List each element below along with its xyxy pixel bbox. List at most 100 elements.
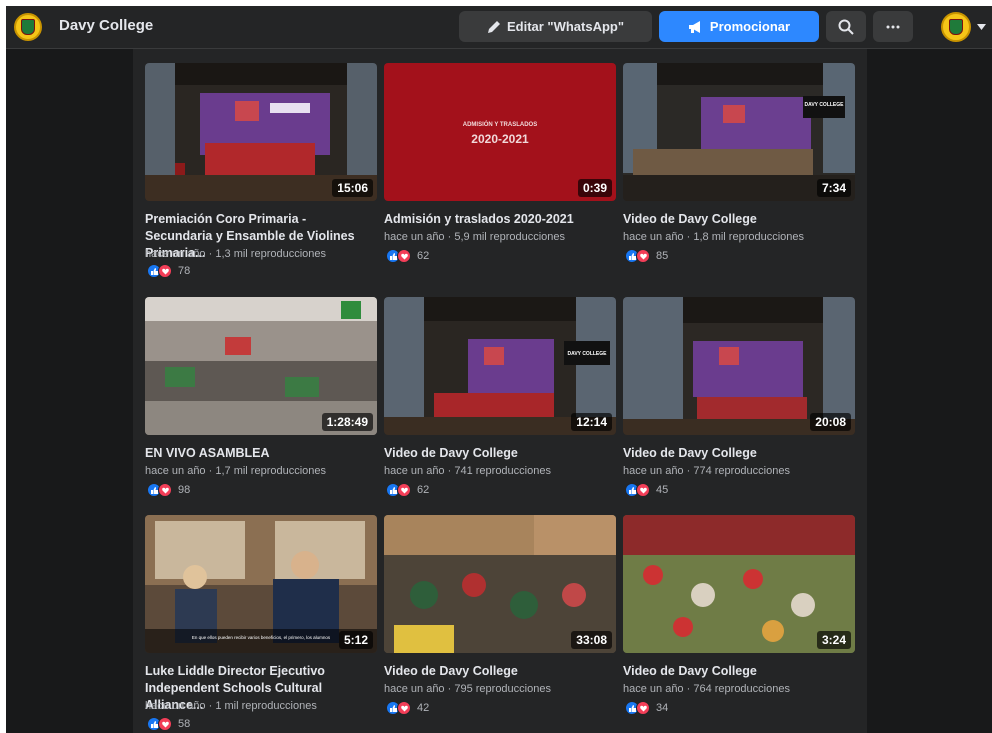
video-age: hace un año — [623, 465, 684, 477]
reactions[interactable]: 98 — [147, 483, 190, 497]
video-age: hace un año — [145, 248, 206, 260]
duration-badge: 33:08 — [571, 631, 612, 649]
video-views: 741 reproducciones — [454, 465, 551, 477]
reactions[interactable]: 85 — [625, 249, 668, 263]
crest-icon — [949, 19, 963, 35]
reactions[interactable]: 78 — [147, 264, 190, 278]
video-age: hace un año — [384, 683, 445, 695]
video-title[interactable]: Video de Davy College — [623, 445, 855, 462]
page-name[interactable]: Davy College — [59, 17, 153, 34]
video-thumbnail[interactable]: DAVY COLLEGE 12:14 — [384, 297, 616, 435]
love-icon — [397, 483, 411, 497]
video-age: hace un año — [384, 231, 445, 243]
reaction-count: 98 — [178, 484, 191, 496]
video-age: hace un año — [145, 465, 206, 477]
love-icon — [158, 264, 172, 278]
reactions[interactable]: 58 — [147, 717, 190, 731]
promote-button[interactable]: Promocionar — [659, 11, 819, 42]
video-views: 795 reproducciones — [454, 683, 551, 695]
love-icon — [636, 249, 650, 263]
reactions[interactable]: 62 — [386, 483, 429, 497]
video-thumbnail[interactable]: 15:06 — [145, 63, 377, 201]
love-icon — [158, 483, 172, 497]
reaction-count: 34 — [656, 702, 669, 714]
duration-badge: 15:06 — [332, 179, 373, 197]
reaction-count: 85 — [656, 250, 669, 262]
reaction-count: 62 — [417, 484, 430, 496]
video-meta: hace un año · 5,9 mil reproducciones — [384, 231, 566, 243]
reactions[interactable]: 42 — [386, 701, 429, 715]
video-age: hace un año — [623, 231, 684, 243]
videos-grid: 15:06 Premiación Coro Primaria - Secunda… — [133, 49, 867, 733]
video-views: 1 mil reproducciones — [215, 700, 317, 712]
video-meta: hace un año · 1,3 mil reproducciones — [145, 248, 327, 260]
video-views: 1,7 mil reproducciones — [215, 465, 327, 477]
love-icon — [158, 717, 172, 731]
more-dots-icon — [886, 25, 900, 28]
reactions[interactable]: 45 — [625, 483, 668, 497]
page-logo[interactable] — [14, 13, 42, 41]
video-thumbnail[interactable]: ADMISIÓN Y TRASLADOS 2020-2021 0:39 — [384, 63, 616, 201]
video-thumbnail[interactable]: 33:08 — [384, 515, 616, 653]
edit-whatsapp-button[interactable]: Editar "WhatsApp" — [459, 11, 652, 42]
video-views: 764 reproducciones — [693, 683, 790, 695]
video-meta: hace un año · 1,7 mil reproducciones — [145, 465, 327, 477]
promote-button-label: Promocionar — [709, 19, 791, 34]
video-title[interactable]: EN VIVO ASAMBLEA — [145, 445, 377, 462]
video-title[interactable]: Video de Davy College — [384, 663, 616, 680]
video-title[interactable]: Video de Davy College — [623, 663, 855, 680]
love-icon — [397, 249, 411, 263]
video-thumbnail[interactable]: 20:08 — [623, 297, 855, 435]
love-icon — [397, 701, 411, 715]
video-meta: hace un año · 774 reproducciones — [623, 465, 790, 477]
video-age: hace un año — [145, 700, 206, 712]
duration-badge: 3:24 — [816, 631, 851, 649]
video-views: 1,3 mil reproducciones — [215, 248, 327, 260]
duration-badge: 0:39 — [577, 179, 612, 197]
reaction-count: 42 — [417, 702, 430, 714]
video-thumbnail[interactable]: 1:28:49 — [145, 297, 377, 435]
video-age: hace un año — [384, 465, 445, 477]
video-title[interactable]: Admisión y traslados 2020-2021 — [384, 211, 616, 228]
stage-sign: DAVY COLLEGE — [805, 102, 845, 108]
video-meta: hace un año · 1 mil reproducciones — [145, 700, 317, 712]
account-avatar[interactable] — [941, 12, 971, 42]
more-options-button[interactable] — [873, 11, 913, 42]
reactions[interactable]: 34 — [625, 701, 668, 715]
search-icon — [838, 19, 854, 35]
edit-button-label: Editar "WhatsApp" — [506, 19, 625, 34]
pencil-icon — [487, 20, 500, 33]
megaphone-icon — [688, 20, 700, 33]
video-views: 774 reproducciones — [693, 465, 790, 477]
video-thumbnail[interactable]: En que ellos pueden recibir varios benef… — [145, 515, 377, 653]
top-bar: Davy College Editar "WhatsApp" Promocion… — [6, 6, 992, 49]
video-title[interactable]: Video de Davy College — [623, 211, 855, 228]
video-subtitle: En que ellos pueden recibir varios benef… — [192, 635, 331, 640]
duration-badge: 7:34 — [816, 179, 851, 197]
reaction-count: 78 — [178, 265, 191, 277]
love-icon — [636, 483, 650, 497]
video-views: 1,8 mil reproducciones — [693, 231, 805, 243]
reactions[interactable]: 62 — [386, 249, 429, 263]
video-thumbnail[interactable]: DAVY COLLEGE 7:34 — [623, 63, 855, 201]
video-meta: hace un año · 741 reproducciones — [384, 465, 551, 477]
video-age: hace un año — [623, 683, 684, 695]
video-meta: hace un año · 764 reproducciones — [623, 683, 790, 695]
reaction-count: 62 — [417, 250, 430, 262]
stage-sign: DAVY COLLEGE — [568, 351, 608, 357]
love-icon — [636, 701, 650, 715]
search-button[interactable] — [826, 11, 866, 42]
duration-badge: 5:12 — [338, 631, 373, 649]
caret-down-icon[interactable] — [977, 24, 986, 30]
app-frame: Davy College Editar "WhatsApp" Promocion… — [6, 6, 992, 733]
video-meta: hace un año · 1,8 mil reproducciones — [623, 231, 805, 243]
thumb-line-2: 2020-2021 — [471, 132, 529, 146]
video-meta: hace un año · 795 reproducciones — [384, 683, 551, 695]
duration-badge: 12:14 — [571, 413, 612, 431]
video-title[interactable]: Video de Davy College — [384, 445, 616, 462]
reaction-count: 58 — [178, 718, 191, 730]
reaction-count: 45 — [656, 484, 669, 496]
crest-icon — [21, 19, 35, 35]
video-views: 5,9 mil reproducciones — [454, 231, 566, 243]
video-thumbnail[interactable]: 3:24 — [623, 515, 855, 653]
